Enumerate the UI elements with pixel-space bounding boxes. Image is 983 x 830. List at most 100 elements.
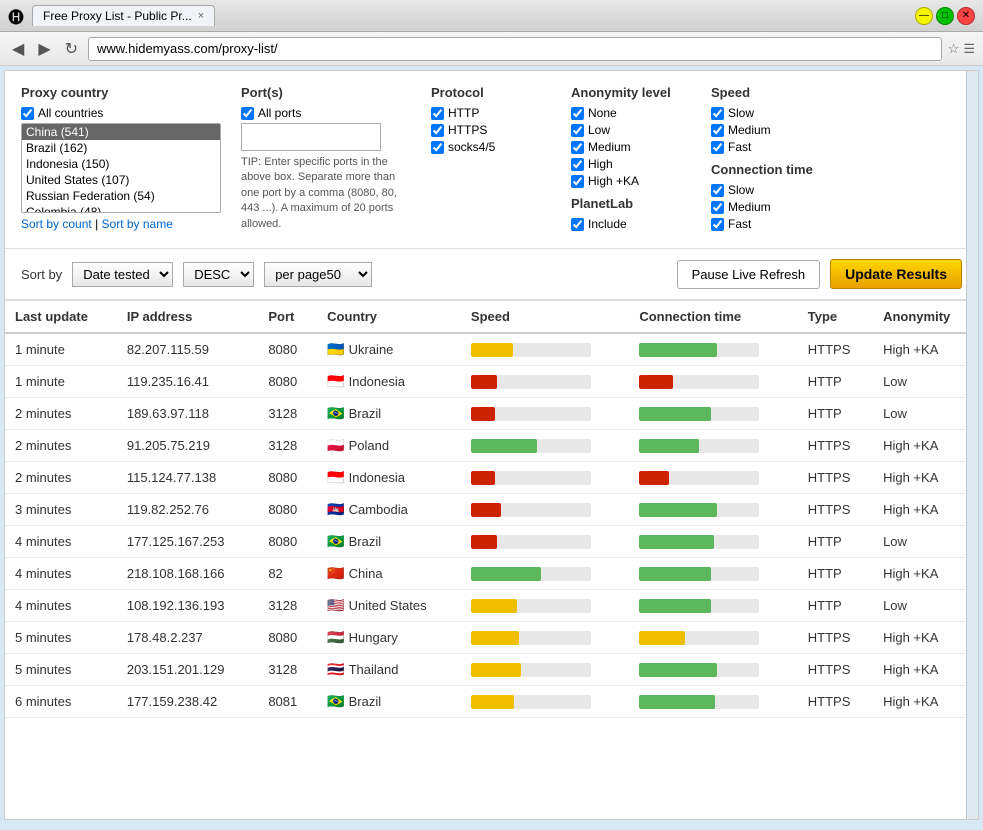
- speed-bar: [471, 567, 541, 581]
- browser-tab[interactable]: Free Proxy List - Public Pr... ×: [32, 5, 215, 26]
- cell-connection-time: [629, 590, 797, 622]
- conn-bar: [639, 343, 717, 357]
- speed-bar-container: [471, 535, 591, 549]
- menu-icon[interactable]: ☰: [963, 41, 975, 57]
- conn-bar: [639, 503, 717, 517]
- anon-highka-checkbox[interactable]: [571, 175, 584, 188]
- cell-speed: [461, 654, 629, 686]
- cell-country: 🇧🇷Brazil: [317, 398, 461, 430]
- cell-anonymity: Low: [873, 398, 978, 430]
- ports-filter: Port(s) All ports TIP: Enter specific po…: [241, 85, 411, 232]
- sort-by-name-link[interactable]: Sort by name: [102, 217, 173, 231]
- speed-fast-checkbox[interactable]: [711, 141, 724, 154]
- cell-country: 🇵🇱Poland: [317, 430, 461, 462]
- socks-checkbox[interactable]: [431, 141, 444, 154]
- table-row: 4 minutes 177.125.167.253 8080 🇧🇷Brazil …: [5, 526, 978, 558]
- cell-type: HTTP: [798, 558, 873, 590]
- conn-bar-container: [639, 439, 759, 453]
- close-button[interactable]: ✕: [957, 7, 975, 25]
- cell-last-update: 6 minutes: [5, 686, 117, 718]
- table-row: 2 minutes 115.124.77.138 8080 🇮🇩Indonesi…: [5, 462, 978, 494]
- conn-medium-checkbox[interactable]: [711, 201, 724, 214]
- cell-ip: 203.151.201.129: [117, 654, 258, 686]
- country-list[interactable]: China (541) Brazil (162) Indonesia (150)…: [21, 123, 221, 213]
- ports-label: Port(s): [241, 85, 411, 100]
- http-checkbox[interactable]: [431, 107, 444, 120]
- protocol-filter: Protocol HTTP HTTPS socks4/5: [431, 85, 551, 157]
- sort-by-count-link[interactable]: Sort by count: [21, 217, 92, 231]
- browser-icon: 🅗: [8, 4, 24, 28]
- th-type: Type: [798, 301, 873, 333]
- pause-refresh-button[interactable]: Pause Live Refresh: [677, 260, 820, 289]
- conn-bar: [639, 471, 669, 485]
- tab-title: Free Proxy List - Public Pr...: [43, 9, 192, 23]
- nav-extras: ☆ ☰: [948, 41, 975, 57]
- cell-speed: [461, 398, 629, 430]
- all-ports-checkbox[interactable]: [241, 107, 254, 120]
- port-input[interactable]: [241, 123, 381, 151]
- conn-slow-checkbox[interactable]: [711, 184, 724, 197]
- sort-order-select[interactable]: DESC ASC: [183, 262, 254, 287]
- per-page-select[interactable]: per page50 per page100: [264, 262, 372, 287]
- tab-close-btn[interactable]: ×: [198, 10, 204, 22]
- cell-port: 8081: [258, 686, 317, 718]
- https-checkbox[interactable]: [431, 124, 444, 137]
- cell-last-update: 2 minutes: [5, 398, 117, 430]
- cell-ip: 178.48.2.237: [117, 622, 258, 654]
- th-port: Port: [258, 301, 317, 333]
- table-row: 2 minutes 189.63.97.118 3128 🇧🇷Brazil HT…: [5, 398, 978, 430]
- conn-bar: [639, 439, 699, 453]
- cell-ip: 119.235.16.41: [117, 366, 258, 398]
- table-row: 5 minutes 203.151.201.129 3128 🇹🇭Thailan…: [5, 654, 978, 686]
- speed-bar: [471, 503, 501, 517]
- minimize-button[interactable]: —: [915, 7, 933, 25]
- cell-port: 3128: [258, 654, 317, 686]
- speed-bar: [471, 663, 521, 677]
- th-last-update: Last update: [5, 301, 117, 333]
- conn-bar-container: [639, 407, 759, 421]
- cell-country: 🇺🇸United States: [317, 590, 461, 622]
- connection-time-label: Connection time: [711, 162, 831, 177]
- cell-country: 🇺🇦Ukraine: [317, 333, 461, 366]
- conn-bar-container: [639, 631, 759, 645]
- anon-none-checkbox[interactable]: [571, 107, 584, 120]
- cell-country: 🇰🇭Cambodia: [317, 494, 461, 526]
- conn-fast-checkbox[interactable]: [711, 218, 724, 231]
- planetlab-checkbox[interactable]: [571, 218, 584, 231]
- address-bar[interactable]: [88, 37, 942, 61]
- cell-anonymity: High +KA: [873, 333, 978, 366]
- conn-bar-container: [639, 599, 759, 613]
- cell-anonymity: Low: [873, 526, 978, 558]
- sort-field-select[interactable]: Date tested: [72, 262, 173, 287]
- speed-slow-checkbox[interactable]: [711, 107, 724, 120]
- sort-by-label: Sort by: [21, 267, 62, 282]
- cell-speed: [461, 462, 629, 494]
- filter-section: Proxy country All countries China (541) …: [5, 71, 978, 249]
- cell-type: HTTP: [798, 366, 873, 398]
- scrollbar[interactable]: [966, 71, 978, 819]
- all-ports-label: All ports: [258, 106, 301, 120]
- star-icon[interactable]: ☆: [948, 41, 960, 57]
- anon-medium-checkbox[interactable]: [571, 141, 584, 154]
- proxy-country-label: Proxy country: [21, 85, 221, 100]
- cell-port: 82: [258, 558, 317, 590]
- speed-medium-checkbox[interactable]: [711, 124, 724, 137]
- forward-button[interactable]: ▶: [34, 37, 54, 61]
- back-button[interactable]: ◀: [8, 37, 28, 61]
- all-countries-checkbox[interactable]: [21, 107, 34, 120]
- nav-bar: ◀ ▶ ↻ ☆ ☰: [0, 32, 983, 66]
- cell-speed: [461, 494, 629, 526]
- conn-bar-container: [639, 343, 759, 357]
- page-wrapper: Proxy country All countries China (541) …: [4, 70, 979, 820]
- cell-speed: [461, 430, 629, 462]
- speed-bar-container: [471, 631, 591, 645]
- anon-high-checkbox[interactable]: [571, 158, 584, 171]
- maximize-button[interactable]: □: [936, 7, 954, 25]
- update-results-button[interactable]: Update Results: [830, 259, 962, 289]
- cell-country: 🇮🇩Indonesia: [317, 462, 461, 494]
- cell-anonymity: High +KA: [873, 686, 978, 718]
- all-countries-checkbox-item: All countries: [21, 106, 221, 120]
- speed-bar: [471, 535, 497, 549]
- refresh-button[interactable]: ↻: [61, 37, 82, 61]
- anon-low-checkbox[interactable]: [571, 124, 584, 137]
